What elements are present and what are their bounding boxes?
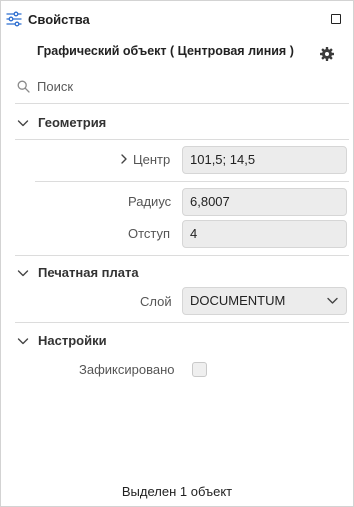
chevron-down-icon xyxy=(17,270,29,277)
panel-title: Свойства xyxy=(28,12,90,27)
section-pcb-label: Печатная плата xyxy=(38,265,139,280)
layer-label: Слой xyxy=(140,294,172,309)
properties-panel: Свойства Графический объект ( Центровая … xyxy=(0,0,354,507)
chevron-down-icon xyxy=(17,338,29,345)
maximize-icon[interactable] xyxy=(331,14,341,24)
panel-header: Свойства xyxy=(1,1,353,37)
divider xyxy=(15,322,349,323)
center-label: Центр xyxy=(133,152,171,167)
layer-select[interactable]: DOCUMENTUM xyxy=(182,287,347,315)
chevron-down-icon xyxy=(327,297,338,304)
divider xyxy=(15,255,349,256)
radius-label: Радиус xyxy=(128,194,172,209)
divider xyxy=(15,103,349,104)
chevron-right-icon[interactable] xyxy=(119,154,129,164)
divider xyxy=(35,181,349,182)
fixed-label: Зафиксировано xyxy=(79,362,175,377)
search-bar xyxy=(15,75,335,97)
divider xyxy=(15,139,349,140)
object-title: Графический объект ( Центровая линия ) xyxy=(37,44,294,58)
section-geometry-header[interactable]: Геометрия xyxy=(17,113,337,133)
search-input[interactable] xyxy=(37,75,327,97)
section-pcb-header[interactable]: Печатная плата xyxy=(17,263,337,283)
fixed-checkbox[interactable] xyxy=(192,362,207,377)
radius-field[interactable]: 6,8007 xyxy=(182,188,347,216)
center-field[interactable]: 101,5; 14,5 xyxy=(182,146,347,174)
sliders-icon xyxy=(6,11,22,27)
status-text: Выделен 1 объект xyxy=(121,484,233,499)
section-settings-header[interactable]: Настройки xyxy=(17,331,337,351)
layer-select-value: DOCUMENTUM xyxy=(190,293,286,308)
offset-field[interactable]: 4 xyxy=(182,220,347,248)
section-geometry-label: Геометрия xyxy=(38,115,107,130)
offset-label: Отступ xyxy=(128,226,171,241)
gear-icon[interactable] xyxy=(319,46,335,62)
search-icon xyxy=(17,80,30,93)
chevron-down-icon xyxy=(17,120,29,127)
section-settings-label: Настройки xyxy=(38,333,107,348)
